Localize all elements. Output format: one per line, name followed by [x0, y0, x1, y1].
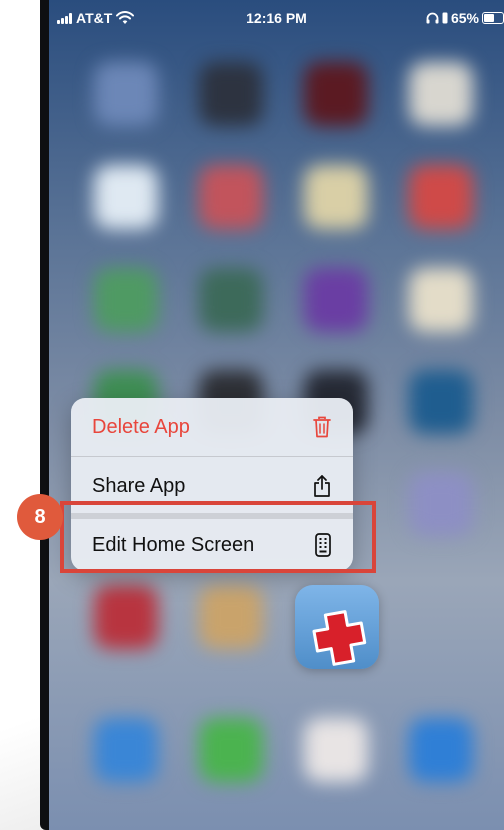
status-right: 65% [426, 10, 504, 26]
app-icon-blurred [94, 585, 158, 649]
delete-app-label: Delete App [92, 415, 190, 438]
step-badge: 8 [17, 494, 63, 540]
battery-fill [484, 14, 494, 22]
app-icon-blurred [409, 472, 473, 536]
orientation-lock-icon [442, 12, 448, 24]
dock-icon-blurred [94, 718, 158, 782]
app-icon-blurred [94, 62, 158, 126]
status-bar: AT&T 12:16 PM 65% [49, 0, 504, 36]
dock-icon-blurred [409, 718, 473, 782]
headphones-icon [426, 12, 439, 24]
battery-percent: 65% [450, 10, 479, 26]
trash-icon [313, 416, 331, 438]
app-icon-blurred [199, 62, 263, 126]
share-icon [314, 475, 330, 497]
app-icon-blurred [199, 165, 263, 229]
share-app-label: Share App [92, 474, 186, 497]
app-icon-blurred [304, 62, 368, 126]
app-icon-blurred [94, 165, 158, 229]
app-icon-blurred [94, 268, 158, 332]
dock-icon-blurred [199, 718, 263, 782]
app-icon-blurred [409, 165, 473, 229]
battery-icon [482, 12, 504, 24]
app-icon[interactable] [295, 585, 379, 669]
app-icon-blurred [409, 268, 473, 332]
app-icon-blurred [199, 585, 263, 649]
app-icon-blurred [304, 165, 368, 229]
dock-icon-blurred [304, 718, 368, 782]
highlight-box [60, 501, 376, 573]
red-cross-icon [312, 610, 367, 666]
app-icon-blurred [199, 268, 263, 332]
app-icon-blurred [304, 268, 368, 332]
app-icon-blurred [409, 62, 473, 126]
app-icon-blurred [409, 370, 473, 434]
delete-app-menu-item[interactable]: Delete App [71, 398, 353, 456]
